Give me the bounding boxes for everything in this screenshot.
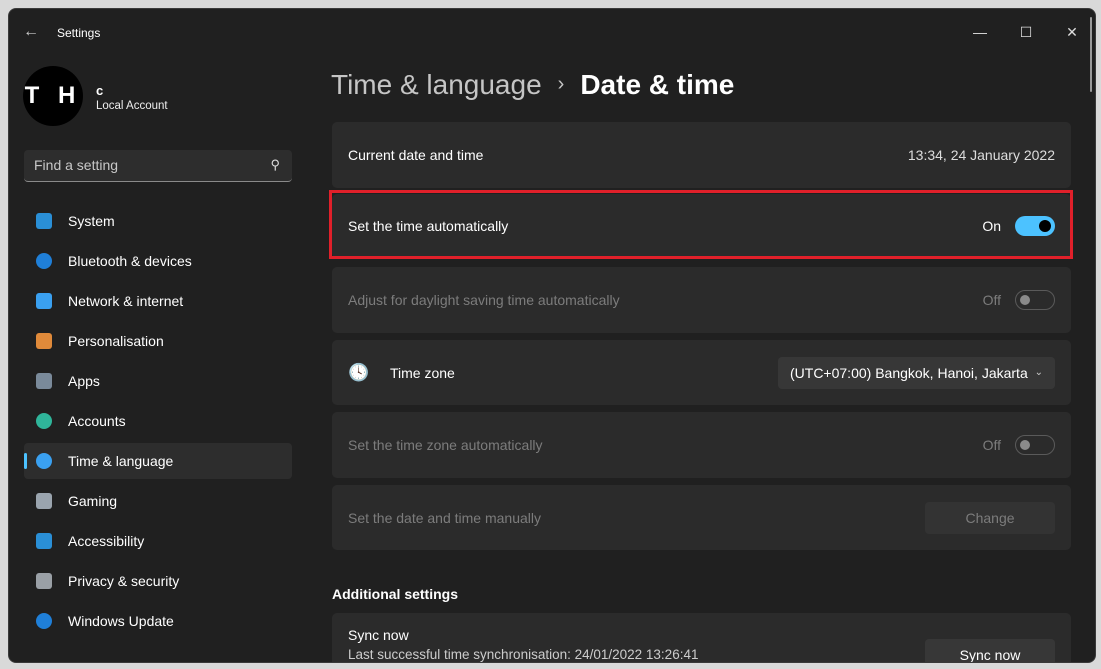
sidebar-item-personalisation[interactable]: Personalisation [24,323,292,359]
auto-time-toggle[interactable] [1015,216,1055,236]
time-zone-row: 🕓 Time zone (UTC+07:00) Bangkok, Hanoi, … [332,340,1071,405]
sidebar-item-label: Accounts [68,413,126,429]
scrollbar[interactable] [1090,17,1092,92]
row-label: Set the time automatically [348,218,509,234]
auto-time-zone-toggle[interactable] [1015,435,1055,455]
search-box[interactable]: ⚲ [24,150,292,182]
sidebar-item-windows-update[interactable]: Windows Update [24,603,292,639]
sidebar-item-accessibility[interactable]: Accessibility [24,523,292,559]
sync-now-button[interactable]: Sync now [925,639,1055,662]
sidebar-item-label: Apps [68,373,100,389]
person-icon [36,413,52,429]
toggle-state: Off [982,437,1001,453]
sidebar-item-bluetooth-devices[interactable]: Bluetooth & devices [24,243,292,279]
apps-icon [36,373,52,389]
current-date-time-value: 13:34, 24 January 2022 [907,147,1055,163]
update-icon [36,613,52,629]
daylight-saving-row: Adjust for daylight saving time automati… [332,267,1071,333]
close-button[interactable]: ✕ [1049,17,1095,47]
sidebar-item-system[interactable]: System [24,203,292,239]
chevron-down-icon: ⌄ [1034,367,1043,378]
time-zone-dropdown[interactable]: (UTC+07:00) Bangkok, Hanoi, Jakarta ⌄ [778,356,1055,389]
breadcrumb-parent[interactable]: Time & language [331,69,542,100]
sidebar-item-time-language[interactable]: Time & language [24,443,292,479]
sidebar-item-label: Accessibility [68,533,145,549]
sidebar-item-label: Privacy & security [68,573,180,589]
bluetooth-icon [36,253,52,269]
app-title: Settings [57,26,101,40]
shield-icon [36,573,52,589]
auto-time-zone-row: Set the time zone automatically Off [332,412,1071,478]
page-title: Date & time [580,69,735,100]
row-label: Set the date and time manually [348,509,542,526]
time-zone-value: (UTC+07:00) Bangkok, Hanoi, Jakarta [790,364,1028,381]
current-date-time-row: Current date and time 13:34, 24 January … [332,122,1071,188]
manual-date-time-row: Set the date and time manually Change [332,485,1071,550]
sidebar-item-accounts[interactable]: Accounts [24,403,292,439]
wifi-icon [36,293,52,309]
settings-window: ← Settings — ☐ ✕ T H c Local Account ⚲ S… [8,8,1096,663]
sidebar-item-label: Time & language [68,453,174,469]
clock-globe-icon [36,453,52,469]
sidebar-item-label: Gaming [68,493,118,509]
monitor-icon [36,213,52,229]
minimize-button[interactable]: — [957,17,1003,47]
row-label: Adjust for daylight saving time automati… [348,292,620,308]
row-label: Set the time zone automatically [348,437,543,453]
row-label: Current date and time [348,147,484,163]
daylight-saving-toggle[interactable] [1015,290,1055,310]
sync-now-row: Sync now Last successful time synchronis… [332,613,1071,662]
gamepad-icon [36,493,52,509]
search-input[interactable] [34,157,254,173]
auto-time-row: Set the time automatically On [332,194,1071,258]
back-arrow-icon[interactable]: ← [23,23,39,41]
avatar[interactable]: T H [23,66,83,126]
sidebar-nav: System Bluetooth & devices Network & inter… [24,203,292,643]
row-label: Time zone [390,364,455,381]
sync-detail: Last successful time synchronisation: 24… [348,647,699,662]
change-button[interactable]: Change [925,501,1055,534]
sidebar-item-privacy-security[interactable]: Privacy & security [24,563,292,599]
sidebar-item-network-internet[interactable]: Network & internet [24,283,292,319]
sidebar-item-label: Personalisation [68,333,164,349]
user-name: c [96,83,104,98]
account-type: Local Account [96,100,168,112]
breadcrumb: Time & language › Date & time [331,69,734,101]
accessibility-icon [36,533,52,549]
toggle-state: On [982,218,1001,234]
toggle-state: Off [982,292,1001,308]
sidebar-item-label: System [68,213,115,229]
title-bar: ← Settings — ☐ ✕ [9,9,1095,55]
row-label: Sync now [348,627,409,643]
search-icon[interactable]: ⚲ [270,157,280,173]
sidebar-item-label: Windows Update [68,613,174,629]
brush-icon [36,333,52,349]
sidebar-item-apps[interactable]: Apps [24,363,292,399]
clock-globe-icon: 🕓 [348,362,370,382]
sidebar-item-gaming[interactable]: Gaming [24,483,292,519]
maximize-button[interactable]: ☐ [1003,17,1049,47]
sidebar-item-label: Bluetooth & devices [68,253,192,269]
section-heading: Additional settings [332,586,458,602]
sidebar-item-label: Network & internet [68,293,184,309]
chevron-right-icon: › [557,73,565,95]
